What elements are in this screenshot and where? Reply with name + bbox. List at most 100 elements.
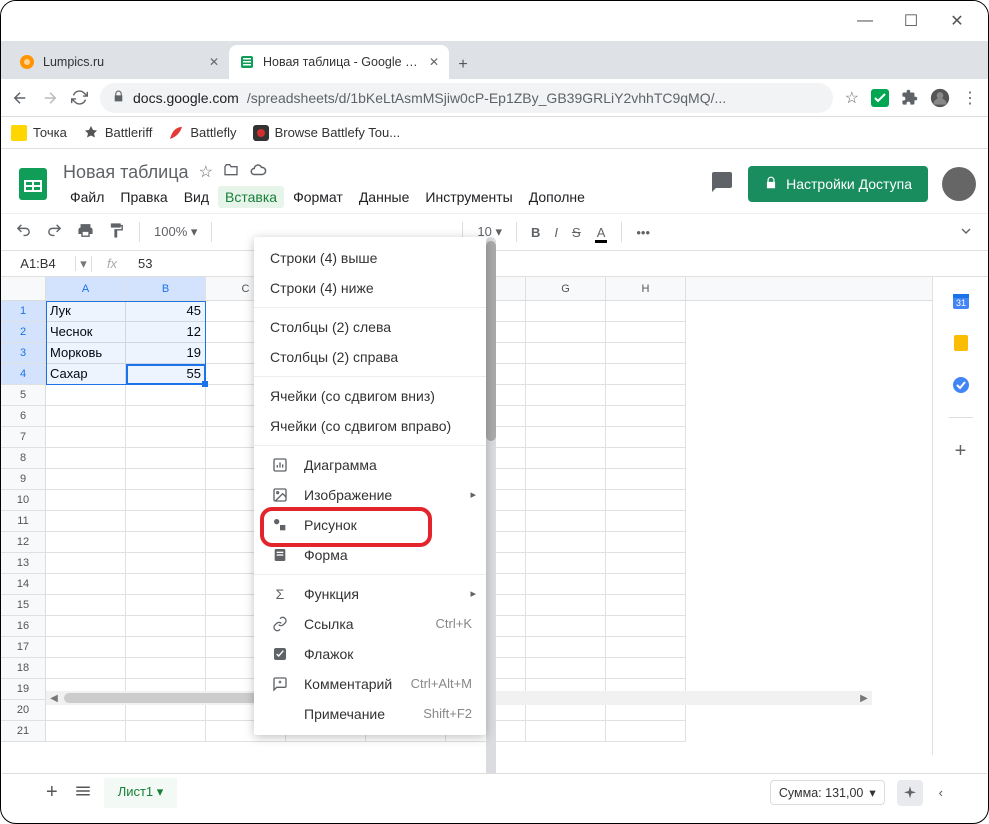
cell[interactable] (126, 637, 206, 658)
close-icon[interactable]: ✕ (429, 55, 439, 69)
menu-comment[interactable]: КомментарийCtrl+Alt+M (254, 669, 486, 699)
cell[interactable] (126, 385, 206, 406)
row-header[interactable]: 14 (1, 574, 45, 595)
cell[interactable] (126, 469, 206, 490)
row-header[interactable]: 15 (1, 595, 45, 616)
cell[interactable] (606, 616, 686, 637)
browser-tab-active[interactable]: Новая таблица - Google Таблиц ✕ (229, 45, 449, 79)
cell[interactable] (526, 574, 606, 595)
cell[interactable] (606, 637, 686, 658)
move-icon[interactable] (223, 162, 239, 183)
forward-button[interactable] (41, 89, 59, 107)
menu-function[interactable]: ΣФункция▸ (254, 579, 486, 609)
menu-note[interactable]: ПримечаниеShift+F2 (254, 699, 486, 729)
cell[interactable] (126, 595, 206, 616)
cell[interactable] (46, 532, 126, 553)
cell[interactable] (126, 553, 206, 574)
cell[interactable] (526, 616, 606, 637)
comments-button[interactable] (710, 170, 734, 199)
cell[interactable] (526, 658, 606, 679)
cell[interactable] (526, 448, 606, 469)
cell[interactable] (606, 343, 686, 364)
cell[interactable] (526, 469, 606, 490)
row-header[interactable]: 11 (1, 511, 45, 532)
cloud-status-icon[interactable] (249, 161, 267, 184)
cell[interactable]: 45 (126, 301, 206, 322)
row-header[interactable]: 4 (1, 364, 45, 385)
cell[interactable] (526, 343, 606, 364)
row-header[interactable]: 12 (1, 532, 45, 553)
menu-вставка[interactable]: Вставка (218, 186, 284, 208)
sheets-logo-icon[interactable] (13, 164, 53, 204)
extensions-button[interactable] (901, 89, 918, 106)
new-tab-button[interactable]: + (449, 51, 477, 79)
cell[interactable] (46, 406, 126, 427)
row-header[interactable]: 18 (1, 658, 45, 679)
explore-button[interactable] (897, 780, 923, 806)
cell[interactable] (526, 532, 606, 553)
sheet-tab[interactable]: Лист1 ▾ (104, 778, 178, 808)
cell[interactable] (526, 637, 606, 658)
menu-scrollbar[interactable] (486, 237, 496, 777)
undo-button[interactable] (11, 218, 36, 246)
row-header[interactable]: 7 (1, 427, 45, 448)
menu-дополне[interactable]: Дополне (522, 186, 592, 208)
cell[interactable]: Сахар (46, 364, 126, 385)
fill-handle[interactable] (202, 381, 208, 387)
reload-button[interactable] (71, 89, 88, 106)
close-icon[interactable]: ✕ (209, 55, 219, 69)
cell[interactable] (46, 574, 126, 595)
cell[interactable] (46, 595, 126, 616)
doc-name[interactable]: Новая таблица (63, 162, 189, 183)
window-close[interactable]: ✕ (934, 6, 980, 36)
cell[interactable] (126, 448, 206, 469)
row-header[interactable]: 8 (1, 448, 45, 469)
strike-button[interactable]: S (568, 221, 585, 244)
cell[interactable] (526, 490, 606, 511)
zoom-select[interactable]: 100% ▾ (150, 224, 201, 240)
menu-cells-right[interactable]: Ячейки (со сдвигом вправо) (254, 411, 486, 441)
cell[interactable] (526, 406, 606, 427)
cell[interactable] (606, 364, 686, 385)
back-button[interactable] (11, 89, 29, 107)
menu-файл[interactable]: Файл (63, 186, 111, 208)
cell[interactable] (606, 574, 686, 595)
keep-icon[interactable] (951, 333, 971, 353)
menu-формат[interactable]: Формат (286, 186, 350, 208)
menu-инструменты[interactable]: Инструменты (418, 186, 519, 208)
row-header[interactable]: 17 (1, 637, 45, 658)
cell[interactable] (606, 658, 686, 679)
cell[interactable] (606, 385, 686, 406)
cell[interactable] (126, 511, 206, 532)
menu-вид[interactable]: Вид (177, 186, 216, 208)
account-avatar[interactable] (942, 167, 976, 201)
cell[interactable] (46, 385, 126, 406)
cell[interactable] (526, 721, 606, 742)
cell[interactable] (126, 658, 206, 679)
cell[interactable] (126, 616, 206, 637)
window-maximize[interactable]: ☐ (888, 6, 934, 36)
bold-button[interactable]: B (527, 221, 544, 244)
menu-link[interactable]: СсылкаCtrl+K (254, 609, 486, 639)
cell[interactable] (46, 469, 126, 490)
cell[interactable] (606, 448, 686, 469)
cell[interactable]: Чеснок (46, 322, 126, 343)
cell[interactable] (606, 301, 686, 322)
text-color-button[interactable]: A (591, 221, 612, 244)
row-header[interactable]: 2 (1, 322, 45, 343)
cell[interactable] (526, 553, 606, 574)
menu-правка[interactable]: Правка (113, 186, 174, 208)
add-addon-icon[interactable]: + (951, 440, 971, 460)
quicksum-chip[interactable]: Сумма: 131,00▾ (770, 780, 885, 805)
print-button[interactable] (73, 218, 98, 246)
cell[interactable] (606, 490, 686, 511)
column-header[interactable]: B (126, 277, 206, 300)
redo-button[interactable] (42, 218, 67, 246)
cell[interactable]: 55 (126, 364, 206, 385)
cell[interactable] (46, 427, 126, 448)
bookmark-item[interactable]: Точка (11, 125, 67, 141)
cell[interactable] (526, 595, 606, 616)
select-all-corner[interactable] (1, 277, 46, 300)
cell[interactable] (606, 595, 686, 616)
row-header[interactable]: 6 (1, 406, 45, 427)
